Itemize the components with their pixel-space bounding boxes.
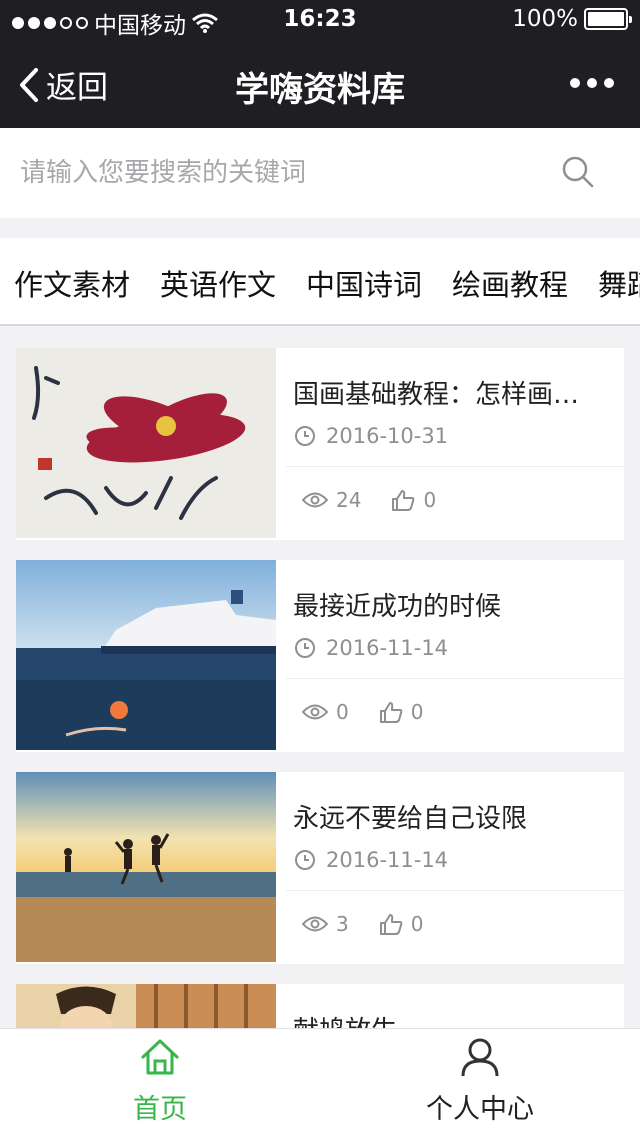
status-right: 100%	[512, 6, 632, 32]
category-tab[interactable]: 作文素材	[14, 262, 130, 304]
like-button[interactable]: 0	[391, 488, 436, 512]
article-thumbnail[interactable]	[16, 348, 276, 538]
category-tab[interactable]: 绘画教程	[452, 262, 568, 304]
article-thumbnail[interactable]	[16, 772, 276, 962]
home-icon	[141, 1039, 179, 1075]
views-stat: 0	[302, 700, 349, 724]
article-stats: 24 0	[302, 488, 436, 512]
views-stat: 24	[302, 488, 361, 512]
likes-count: 0	[410, 700, 424, 724]
article-date: 2016-11-14	[294, 848, 448, 872]
thumbs-up-icon	[379, 914, 403, 935]
eye-icon	[302, 916, 328, 932]
back-label: 返回	[46, 70, 108, 106]
tab-profile-label: 个人中心	[426, 1094, 534, 1125]
article-card[interactable]: 永远不要给自己设限 2016-11-14 3 0	[16, 772, 624, 964]
search-bar	[0, 128, 640, 218]
battery-icon	[584, 8, 632, 30]
views-stat: 3	[302, 912, 349, 936]
navigation-bar: 返回 学嗨资料库	[0, 40, 640, 128]
user-icon	[461, 1038, 499, 1077]
likes-count: 0	[423, 488, 437, 512]
beach-jumpers-image	[16, 772, 276, 962]
article-title[interactable]: 国画基础教程：怎样画牡丹	[293, 374, 603, 411]
back-button[interactable]: 返回	[18, 62, 108, 107]
status-bar: 中国移动 16:23 100%	[0, 0, 640, 40]
clock-icon	[295, 426, 315, 446]
battery-percent: 100%	[512, 6, 578, 32]
article-date-text: 2016-10-31	[326, 424, 449, 448]
ferry-swimmer-image	[16, 560, 276, 750]
divider	[286, 890, 624, 891]
article-stats: 3 0	[302, 912, 423, 936]
article-title[interactable]: 永远不要给自己设限	[293, 798, 603, 835]
like-button[interactable]: 0	[379, 912, 424, 936]
divider	[286, 466, 624, 467]
article-date-text: 2016-11-14	[326, 636, 449, 660]
tab-profile[interactable]: 个人中心	[400, 1037, 560, 1126]
search-input[interactable]	[20, 150, 540, 196]
views-count: 24	[336, 488, 362, 512]
clock-icon	[295, 638, 315, 658]
likes-count: 0	[410, 912, 424, 936]
search-icon[interactable]	[560, 154, 596, 190]
article-date: 2016-11-14	[294, 636, 448, 660]
article-date-text: 2016-11-14	[326, 848, 449, 872]
eye-icon	[302, 492, 328, 508]
peony-painting-image	[16, 348, 276, 538]
views-count: 3	[336, 912, 349, 936]
article-card[interactable]: 最接近成功的时候 2016-11-14 0 0	[16, 560, 624, 752]
more-button[interactable]	[570, 78, 614, 88]
thumbs-up-icon	[379, 702, 403, 723]
divider	[286, 678, 624, 679]
article-card[interactable]: 国画基础教程：怎样画牡丹 2016-10-31 24 0	[16, 348, 624, 540]
category-tab[interactable]: 中国诗词	[306, 262, 422, 304]
category-tab[interactable]: 英语作文	[160, 262, 276, 304]
clock-icon	[295, 850, 315, 870]
tab-home[interactable]: 首页	[80, 1037, 240, 1126]
article-date: 2016-10-31	[294, 424, 448, 448]
chevron-left-icon	[20, 67, 38, 102]
article-thumbnail[interactable]	[16, 560, 276, 750]
article-stats: 0 0	[302, 700, 423, 724]
eye-icon	[302, 704, 328, 720]
views-count: 0	[336, 700, 349, 724]
more-dots-icon	[570, 78, 580, 88]
thumbs-up-icon	[392, 490, 415, 511]
category-tabs: 作文素材 英语作文 中国诗词 绘画教程 舞蹈	[0, 238, 640, 326]
tab-home-label: 首页	[133, 1094, 187, 1125]
category-tab[interactable]: 舞蹈	[598, 262, 640, 304]
bottom-tab-bar: 首页 个人中心	[0, 1028, 640, 1136]
like-button[interactable]: 0	[379, 700, 424, 724]
article-title[interactable]: 最接近成功的时候	[293, 586, 603, 623]
